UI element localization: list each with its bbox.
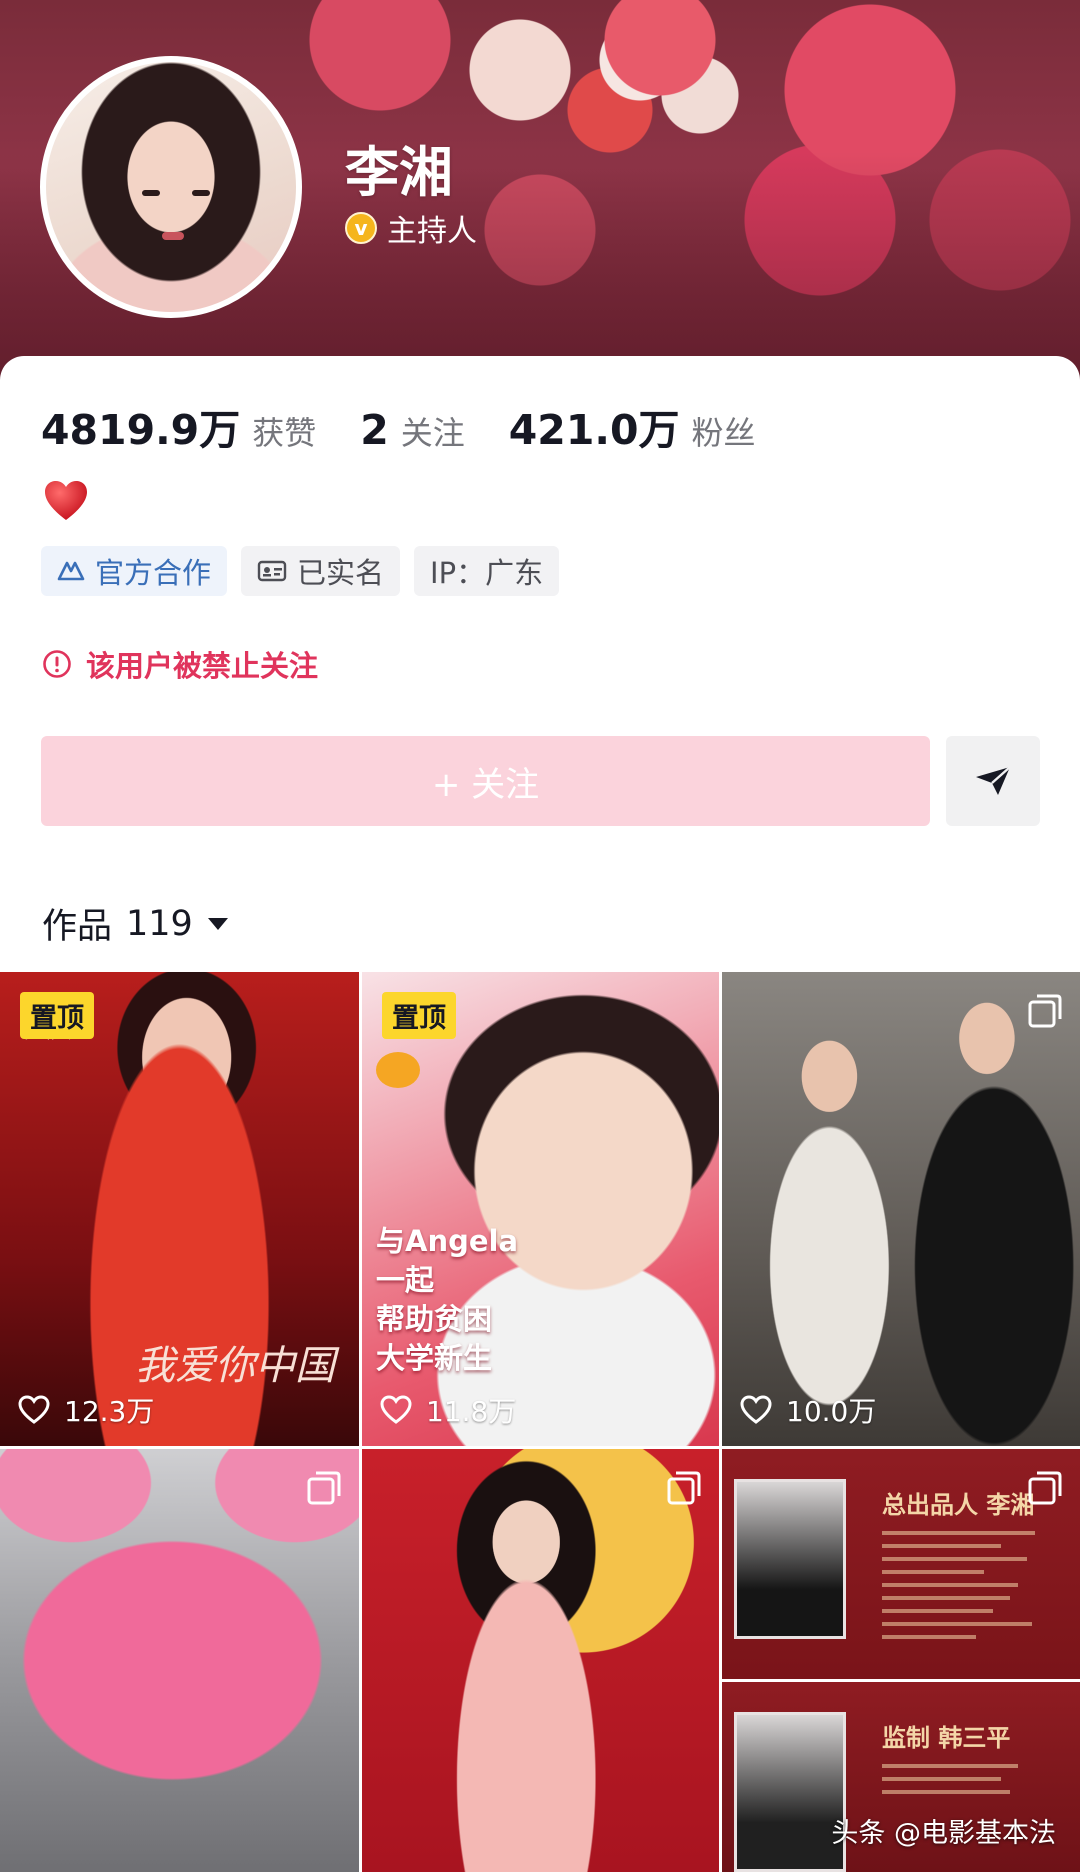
profile-name: 李湘: [345, 141, 453, 204]
followers-label[interactable]: 粉丝: [691, 408, 755, 454]
multi-image-icon: [1028, 994, 1062, 1028]
followers-count[interactable]: 421.0万: [509, 396, 680, 456]
credit-text-lines: [882, 1531, 1052, 1648]
video-tile[interactable]: 长庆 置顶 我爱你中国 12.3万: [0, 972, 359, 1446]
works-tab[interactable]: 作品 119: [42, 898, 229, 949]
photo-album-tile[interactable]: 监制 韩三平 头条 @电影基本法: [722, 1682, 1080, 1872]
video-likes-count: 12.3万: [64, 1395, 155, 1428]
works-count: 119: [126, 903, 193, 944]
credit-portrait: [734, 1712, 846, 1872]
id-card-icon: [257, 559, 287, 583]
avatar[interactable]: [40, 56, 302, 318]
ip-location-label: IP：广东: [430, 556, 544, 590]
likes-label: 获赞: [252, 414, 317, 452]
real-name-label: 已实名: [297, 556, 385, 590]
caret-down-icon: [207, 917, 228, 930]
credit-title: 总出品人 李湘: [882, 1491, 1035, 1519]
heart-outline-icon: [18, 1395, 50, 1424]
video-caption: 与Angela 一起 帮助贫困 大学新生: [376, 1222, 518, 1377]
avatar-lip: [162, 232, 184, 240]
follow-ban-notice: 该用户被禁止关注: [42, 643, 318, 685]
video-tile[interactable]: 置顶 与Angela 一起 帮助贫困 大学新生 11.8万: [362, 972, 719, 1446]
follow-ban-text: 该用户被禁止关注: [86, 649, 319, 683]
video-likes-count: 10.0万: [786, 1395, 877, 1428]
photo-album-tile[interactable]: [362, 1449, 719, 1872]
video-caption: 我爱你中国: [135, 1343, 335, 1389]
credit-text-lines: [882, 1764, 1052, 1803]
verification-row: v 主持人: [345, 206, 477, 250]
photo-album-tile[interactable]: 10.0万: [722, 972, 1080, 1446]
cooperation-icon: [57, 559, 85, 583]
works-label: 作品: [42, 907, 113, 947]
heart-emoji-icon: [45, 481, 87, 520]
photo-album-tile[interactable]: 总出品人 李湘: [722, 1449, 1080, 1679]
stats-row: 4819.9万 获赞 2 关注 421.0万 粉丝: [41, 396, 799, 456]
likes-count: 4819.9万: [41, 406, 241, 454]
watermark: 头条 @电影基本法: [831, 1818, 1056, 1849]
pinned-badge: 置顶: [382, 992, 456, 1039]
caption-line: 帮助贫困: [376, 1301, 493, 1336]
real-name-tag: 已实名: [241, 546, 401, 596]
warning-icon: [43, 650, 71, 678]
verified-badge-icon: v: [345, 212, 377, 244]
avatar-eye: [142, 190, 160, 196]
video-likes: 11.8万: [380, 1390, 516, 1430]
following-count[interactable]: 2: [360, 406, 389, 454]
channel-logo-icon: [376, 1052, 420, 1088]
official-cooperation-label: 官方合作: [95, 556, 212, 590]
multi-image-icon: [307, 1471, 341, 1505]
follow-button[interactable]: + 关注: [41, 736, 930, 826]
multi-image-icon: [667, 1471, 701, 1505]
official-cooperation-tag[interactable]: 官方合作: [41, 546, 228, 596]
multi-image-icon: [1028, 1471, 1062, 1505]
send-message-button[interactable]: [946, 736, 1040, 826]
verification-label: 主持人: [387, 214, 477, 249]
credit-portrait: [734, 1479, 846, 1639]
caption-line: 一起: [376, 1262, 435, 1297]
heart-outline-icon: [380, 1395, 412, 1424]
avatar-eye: [192, 190, 210, 196]
caption-line: 与Angela: [376, 1224, 519, 1258]
send-icon: [976, 766, 1011, 795]
video-likes: 10.0万: [740, 1390, 876, 1430]
video-likes: 12.3万: [18, 1390, 154, 1430]
profile-tags: 官方合作 已实名 IP：广东: [41, 546, 573, 596]
heart-outline-icon: [740, 1395, 772, 1424]
following-label[interactable]: 关注: [401, 408, 465, 454]
credit-title: 监制 韩三平: [882, 1724, 1011, 1752]
pinned-badge: 置顶: [20, 992, 94, 1039]
photo-album-tile[interactable]: [0, 1449, 359, 1872]
video-likes-count: 11.8万: [426, 1395, 517, 1428]
caption-line: 大学新生: [376, 1340, 493, 1375]
ip-location-tag: IP：广东: [414, 546, 560, 596]
